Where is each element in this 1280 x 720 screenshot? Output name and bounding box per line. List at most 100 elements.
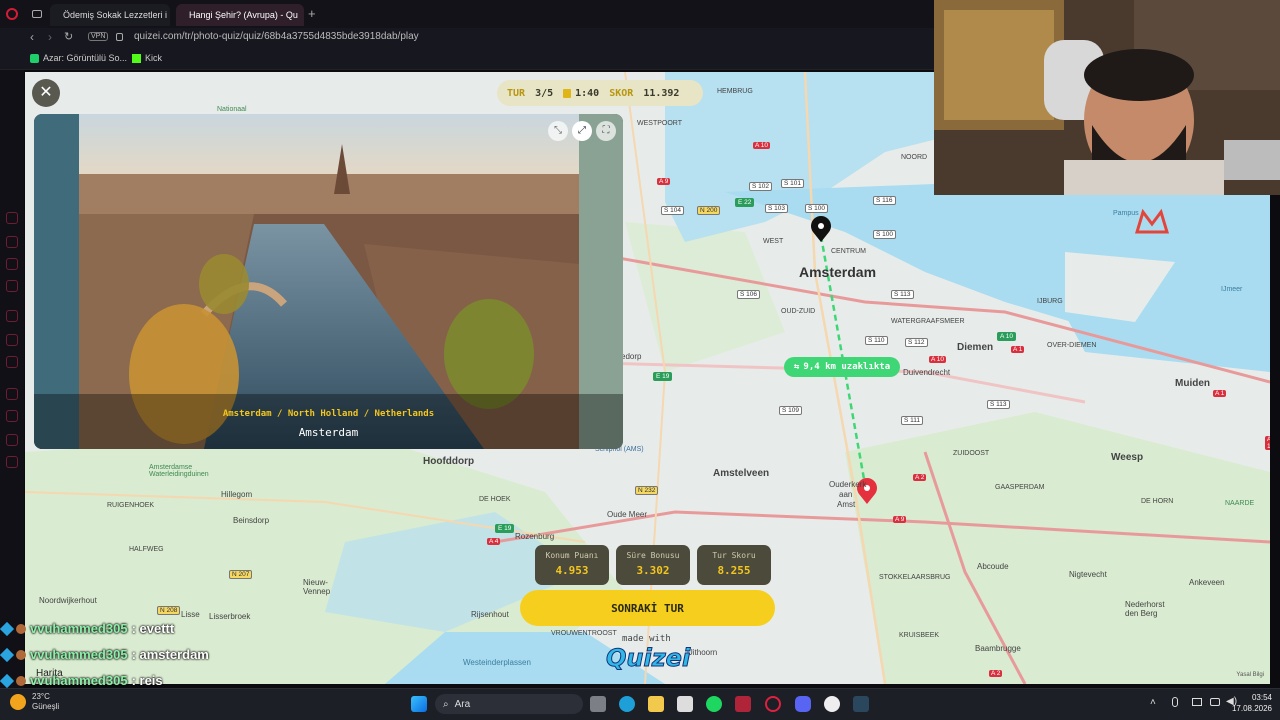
clock-date: 17.08.2026 <box>1231 704 1272 713</box>
distance-text: 9,4 km uzaklıkta <box>803 362 891 372</box>
reload-icon[interactable]: ↻ <box>64 30 73 43</box>
sidebar-icon[interactable] <box>6 356 18 368</box>
tab-odemis[interactable]: Ödemiş Sokak Lezzetleri i <box>50 4 170 26</box>
sidebar-icon[interactable] <box>6 212 18 224</box>
map-label: NAARDE <box>1225 500 1255 507</box>
map-label: Oude Meer <box>607 510 648 519</box>
clock[interactable]: 03:54 17.08.2026 <box>1228 692 1272 714</box>
chat-badge-icon <box>0 621 15 636</box>
weather-widget[interactable]: 23°C Güneşli <box>10 692 59 712</box>
sidebar-icon[interactable] <box>6 280 18 292</box>
road-shield: S 100 <box>805 204 828 213</box>
quizei-logo[interactable]: Quizei <box>605 644 690 673</box>
road-shield: S 116 <box>873 196 896 205</box>
bookmark-kick[interactable]: Kick <box>132 53 162 63</box>
timer-value: 1:40 <box>575 87 600 99</box>
road-shield: A 10 <box>997 332 1017 341</box>
steam-icon[interactable] <box>853 696 869 712</box>
road-shield: A 1 <box>1213 390 1227 397</box>
bookmark-azar[interactable]: Azar: Görüntülü So... <box>30 53 127 63</box>
start-icon[interactable] <box>411 696 427 712</box>
vpn-badge[interactable]: VPN <box>88 32 109 41</box>
box-label: Tur Skoru <box>712 551 756 560</box>
road-shield: S 101 <box>781 179 804 188</box>
road-shield: S 103 <box>765 204 788 213</box>
forward-icon[interactable]: › <box>48 30 52 44</box>
map-label: CENTRUM <box>831 248 866 255</box>
weather-temp: 23°C <box>32 692 50 701</box>
back-icon[interactable]: ‹ <box>30 30 34 44</box>
discord-icon[interactable] <box>795 696 811 712</box>
app-icon[interactable] <box>735 696 751 712</box>
map-label: Abcoude <box>977 562 1009 571</box>
map-label: WATERGRAAFSMEER <box>891 318 965 325</box>
opera-logo-icon[interactable] <box>6 8 18 20</box>
road-shield: N 208 <box>157 606 181 615</box>
taskbar-search[interactable]: ⌕ Ara <box>435 694 583 714</box>
search-label: Ara <box>454 698 471 710</box>
map-label: Beinsdorp <box>233 516 270 525</box>
webcam-overlay <box>934 0 1280 195</box>
tab-menu-icon[interactable] <box>32 10 42 18</box>
spotify-icon[interactable] <box>706 696 722 712</box>
store-icon[interactable] <box>677 696 693 712</box>
box-value: 3.302 <box>636 564 670 577</box>
road-shield: A 2 <box>913 474 927 481</box>
road-shield: A 4 <box>487 538 501 545</box>
sidebar-icon[interactable] <box>6 310 18 322</box>
edge-icon[interactable] <box>619 696 635 712</box>
map-label: Baambrugge <box>975 644 1021 653</box>
close-button[interactable]: ✕ <box>32 79 60 107</box>
map-label: Lisse <box>181 610 200 619</box>
mic-icon[interactable] <box>1172 697 1178 707</box>
sidebar-icon[interactable] <box>6 388 18 400</box>
photo-city-name: Amsterdam <box>298 426 359 439</box>
map-label: ZUIDOOST <box>953 450 990 457</box>
display-icon[interactable] <box>1192 698 1202 706</box>
map-label: IJBURG <box>1037 298 1063 305</box>
road-shield: S 104 <box>661 206 684 215</box>
fullscreen-icon[interactable]: ⛶ <box>596 121 616 141</box>
network-icon[interactable] <box>1210 698 1220 706</box>
box-label: Süre Bonusu <box>626 551 680 560</box>
url-field[interactable]: quizei.com/tr/photo-quiz/quiz/68b4a3755d… <box>134 31 419 42</box>
chat-text: : evettt <box>131 621 175 636</box>
sidebar-icon[interactable] <box>6 456 18 468</box>
task-view-icon[interactable] <box>590 696 606 712</box>
expand-icon[interactable]: ⤢ <box>572 121 592 141</box>
browser-sidebar <box>0 70 24 690</box>
road-shield: S 112 <box>905 338 928 347</box>
road-shield: S 111 <box>901 416 924 425</box>
sidebar-icon[interactable] <box>6 434 18 446</box>
road-shield: E 19 <box>495 524 515 533</box>
windows-taskbar <box>0 688 1280 720</box>
sidebar-icon[interactable] <box>6 334 18 346</box>
distance-icon: ⇆ <box>794 362 800 372</box>
chat-text: : amsterdam <box>131 647 209 662</box>
road-shield: N 207 <box>229 570 253 579</box>
tab-hangi-sehir[interactable]: Hangi Şehir? (Avrupa) - Qu <box>176 4 304 26</box>
chat-text: : reis <box>131 673 163 688</box>
map-label: Weesp <box>1111 452 1144 463</box>
sidebar-icon[interactable] <box>6 236 18 248</box>
file-explorer-icon[interactable] <box>648 696 664 712</box>
chat-message: vvuhammed305 : reis <box>0 673 163 688</box>
tray-chevron-icon[interactable]: ˄ <box>1150 697 1156 708</box>
bookmark-label: Azar: Görüntülü So... <box>43 53 128 63</box>
score-label: SKOR <box>609 87 634 99</box>
road-shield: E 19 <box>653 372 673 381</box>
collapse-icon[interactable]: ⤡ <box>548 121 568 141</box>
next-round-button[interactable]: SONRAKİ TUR <box>520 590 775 626</box>
sidebar-icon[interactable] <box>6 258 18 270</box>
map-label: Diemen <box>957 342 994 353</box>
map-label: OUD-ZUID <box>781 308 816 315</box>
webcam-feed <box>934 0 1280 195</box>
quiz-photo-card: ⤡ ⤢ ⛶ Amsterdam / North Holland / Nether… <box>34 114 623 449</box>
sidebar-icon[interactable] <box>6 410 18 422</box>
road-shield: S 100 <box>873 230 896 239</box>
map-label: WEST <box>763 238 784 245</box>
opera-icon[interactable] <box>765 696 781 712</box>
map-attribution[interactable]: Yasal Bilgi <box>1236 672 1264 678</box>
new-tab-button[interactable]: + <box>308 6 316 21</box>
app-icon[interactable] <box>824 696 840 712</box>
